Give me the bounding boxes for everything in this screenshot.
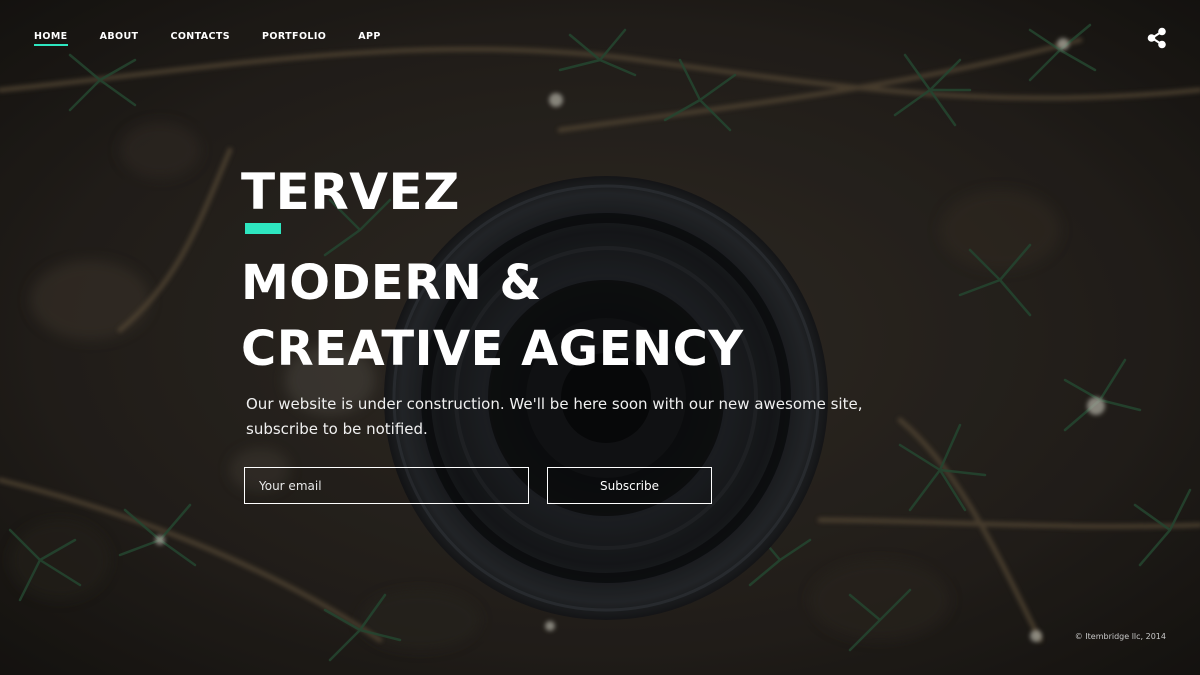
landing-page: HOME ABOUT CONTACTS PORTFOLIO APP TERVEZ… <box>0 0 1200 675</box>
headline-line-1: MODERN & <box>241 255 542 311</box>
headline: MODERN & CREATIVE AGENCY <box>241 250 861 382</box>
nav-item-home[interactable]: HOME <box>34 31 68 49</box>
nav-item-app[interactable]: APP <box>358 31 380 49</box>
email-input[interactable] <box>244 467 529 504</box>
main-nav: HOME ABOUT CONTACTS PORTFOLIO APP <box>34 31 413 49</box>
nav-item-contacts[interactable]: CONTACTS <box>170 31 230 49</box>
nav-item-portfolio[interactable]: PORTFOLIO <box>262 31 326 49</box>
construction-message-line-1: Our website is under construction. We'll… <box>246 395 863 413</box>
construction-message-line-2: subscribe to be notified. <box>246 420 428 438</box>
subscribe-button[interactable]: Subscribe <box>547 467 712 504</box>
nav-item-about[interactable]: ABOUT <box>100 31 139 49</box>
brand-title: TERVEZ <box>241 163 460 221</box>
copyright-text: © Itembridge llc, 2014 <box>1074 632 1166 641</box>
share-icon[interactable] <box>1146 27 1168 49</box>
accent-bar <box>245 223 281 234</box>
construction-message: Our website is under construction. We'll… <box>246 392 886 442</box>
headline-line-2: CREATIVE AGENCY <box>241 321 744 377</box>
